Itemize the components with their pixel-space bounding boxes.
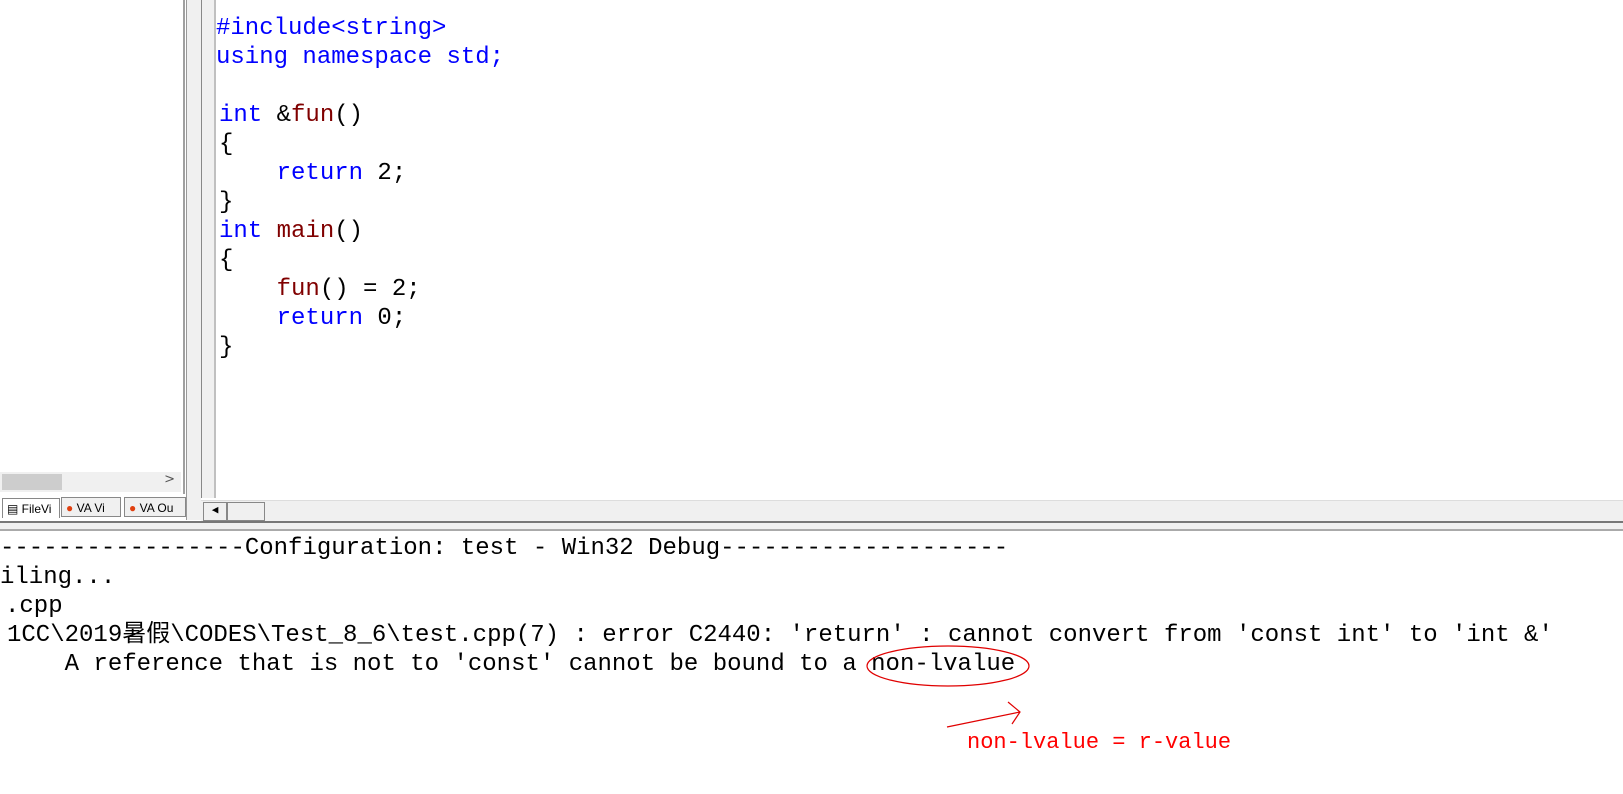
annotation-overlay — [866, 645, 1030, 728]
arrow-line — [946, 711, 1021, 728]
highlight-ellipse — [866, 645, 1030, 687]
annotation-text: non-lvalue = r-value — [967, 730, 1232, 755]
